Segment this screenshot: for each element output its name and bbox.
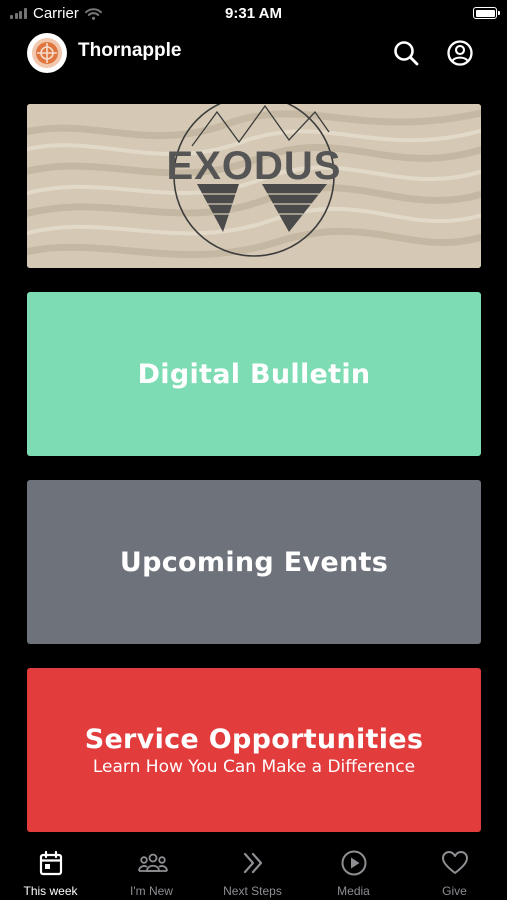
tab-give[interactable]: Give <box>404 840 505 900</box>
service-opportunities-card[interactable]: Service Opportunities Learn How You Can … <box>27 668 481 832</box>
tab-label: Next Steps <box>223 884 282 898</box>
calendar-icon <box>39 850 63 876</box>
tab-bar: This week I'm New Next Steps Media Give <box>0 840 507 900</box>
tab-media[interactable]: Media <box>303 840 404 900</box>
battery-icon <box>473 7 500 19</box>
logo-mark <box>32 38 62 68</box>
exodus-logo-text: EXODUS <box>167 144 342 188</box>
search-icon[interactable] <box>392 39 420 67</box>
exodus-banner[interactable]: EXODUS <box>27 104 481 268</box>
app-header: Thornapple <box>0 28 507 78</box>
status-time: 9:31 AM <box>225 5 282 22</box>
double-chevron-icon <box>243 852 263 874</box>
card-title: Service Opportunities <box>84 723 424 755</box>
app-title: Thornapple <box>78 40 182 61</box>
upcoming-events-card[interactable]: Upcoming Events <box>27 480 481 644</box>
tab-label: This week <box>23 884 78 898</box>
tab-next-steps[interactable]: Next Steps <box>202 840 303 900</box>
tab-label: Give <box>442 884 467 898</box>
card-title: Upcoming Events <box>119 546 389 578</box>
target-logo-icon[interactable] <box>27 33 67 73</box>
heart-icon <box>442 851 468 874</box>
sand-texture-image: EXODUS <box>27 104 481 268</box>
tab-label: I'm New <box>130 884 173 898</box>
digital-bulletin-card[interactable]: Digital Bulletin <box>27 292 481 456</box>
card-subtitle: Learn How You Can Make a Difference <box>92 756 416 777</box>
people-icon <box>138 853 168 872</box>
user-circle-icon[interactable] <box>446 39 474 67</box>
tab-this-week[interactable]: This week <box>0 840 101 900</box>
play-circle-icon <box>341 850 367 876</box>
tab-label: Media <box>337 884 370 898</box>
card-title: Digital Bulletin <box>137 358 371 390</box>
tab-im-new[interactable]: I'm New <box>101 840 202 900</box>
status-bar: Carrier 9:31 AM <box>0 0 507 28</box>
